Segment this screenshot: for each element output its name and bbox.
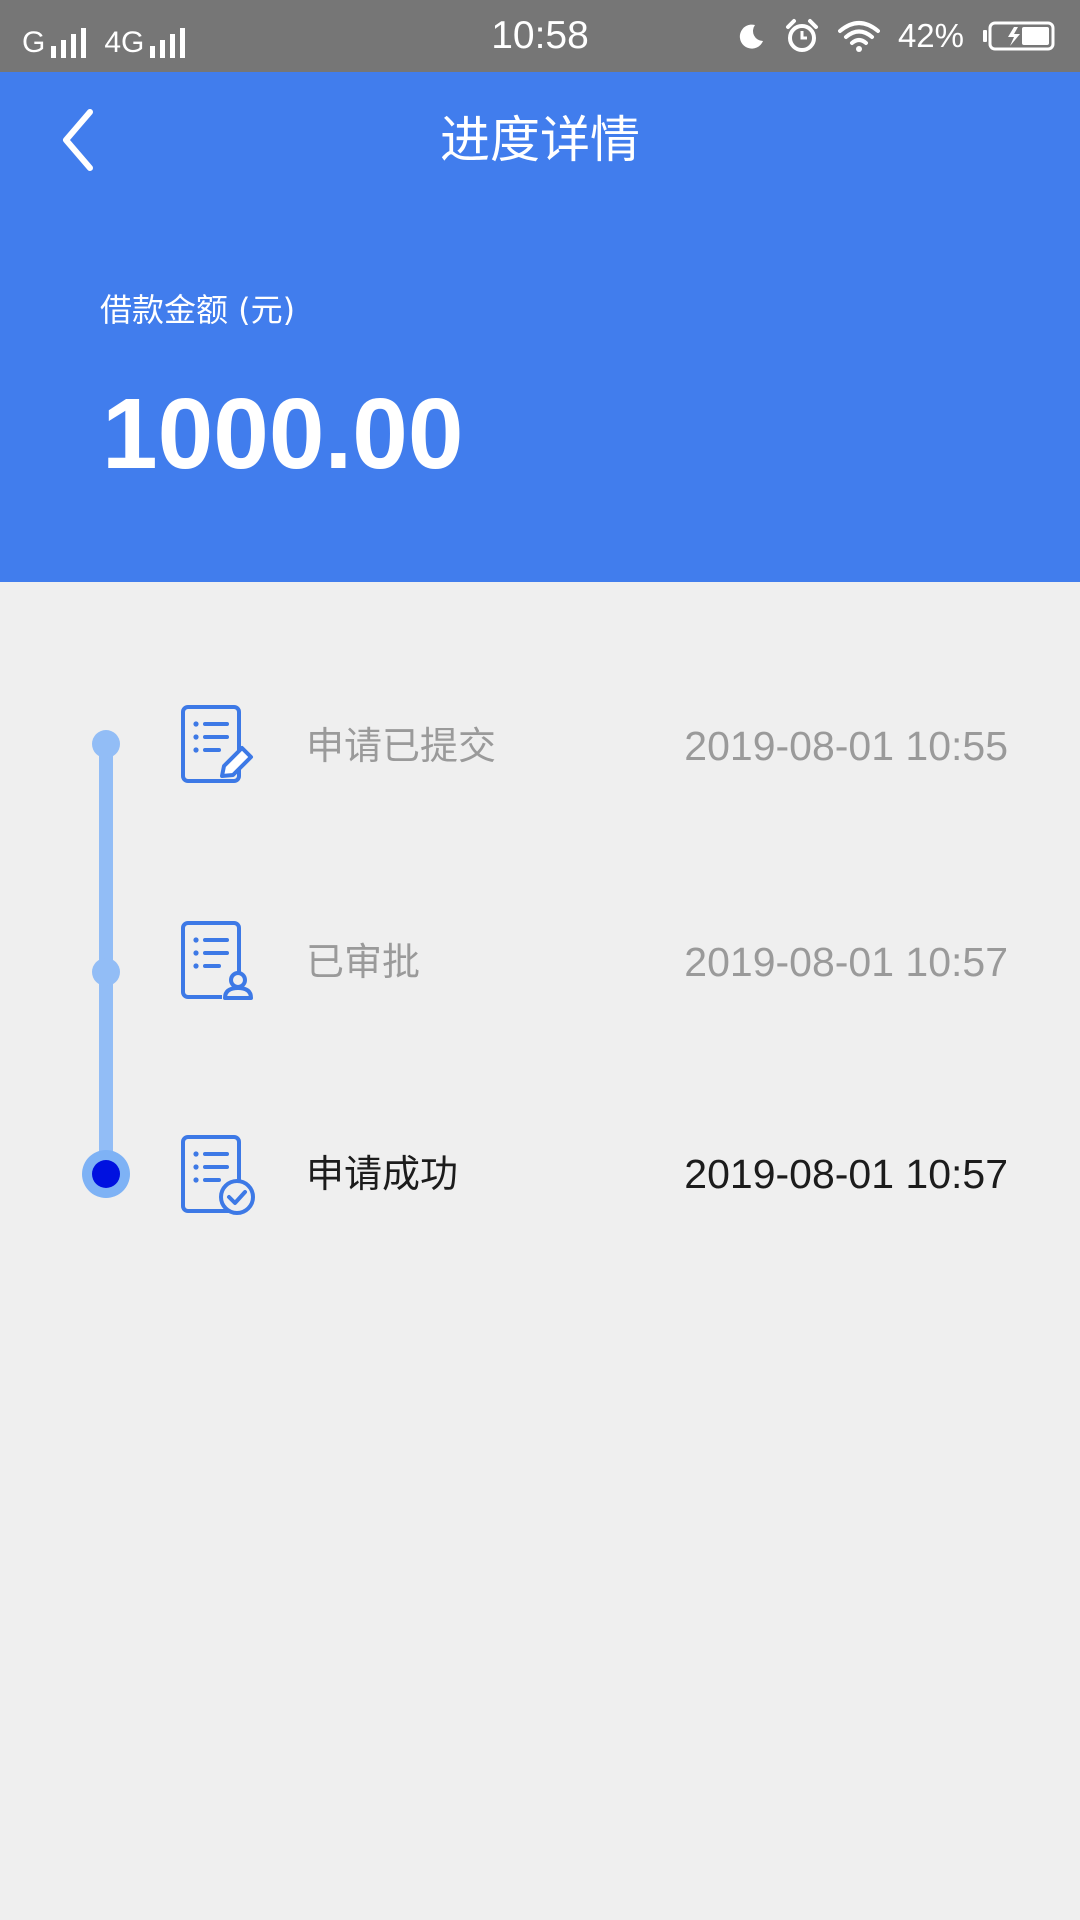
- timeline-dot-active: [82, 1150, 130, 1198]
- step-time: 2019-08-01 10:57: [684, 1151, 1008, 1197]
- moon-icon: [739, 24, 763, 49]
- document-check-icon: [181, 1135, 255, 1215]
- battery-icon: [983, 21, 1055, 51]
- step-label: 申请成功: [306, 1152, 459, 1196]
- document-edit-icon: [181, 705, 253, 783]
- step-label: 已审批: [306, 940, 421, 984]
- page-title: 进度详情: [440, 111, 640, 169]
- timeline-dot: [92, 730, 120, 758]
- loan-header: 进度详情 借款金额 (元) 1000.00: [0, 72, 1080, 582]
- loan-amount-label: 借款金额 (元): [100, 291, 296, 329]
- timeline-dot: [92, 958, 120, 986]
- step-time: 2019-08-01 10:57: [684, 939, 1008, 985]
- step-time: 2019-08-01 10:55: [684, 723, 1008, 769]
- progress-timeline: 申请已提交 2019-08-01 10:55 已审批 2019-08-01 10…: [0, 582, 1080, 1282]
- battery-percent: 42%: [897, 17, 964, 54]
- document-user-icon: [181, 921, 254, 1000]
- loan-amount-value: 1000.00: [102, 378, 464, 490]
- status-right: 42%: [736, 14, 1056, 58]
- step-label: 申请已提交: [306, 724, 497, 768]
- alarm-icon: [785, 19, 818, 52]
- status-bar: G 4G 10:58 42%: [0, 0, 1080, 72]
- wifi-icon: [837, 21, 880, 52]
